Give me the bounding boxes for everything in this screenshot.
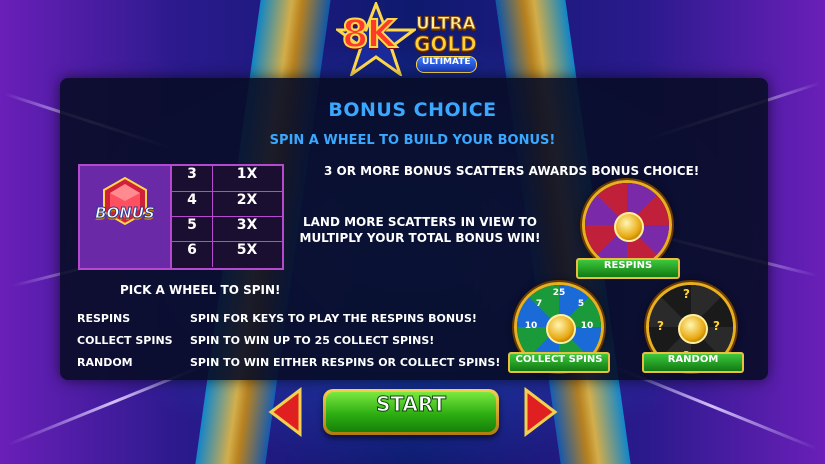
logo-gold: GOLD: [414, 32, 478, 57]
wheel-segment-value: 10: [580, 321, 594, 331]
scatter-count: 5: [172, 217, 213, 242]
scatter-count: 4: [172, 192, 213, 217]
respins-wheel-label[interactable]: RESPINS: [576, 258, 680, 279]
random-wheel-label[interactable]: RANDOM: [642, 352, 744, 373]
collect-spins-wheel-label[interactable]: COLLECT SPINS: [508, 352, 610, 373]
question-mark-icon: ?: [657, 319, 664, 333]
option-desc-random: SPIN TO WIN EITHER RESPINS OR COLLECT SP…: [190, 356, 501, 369]
wheel-hub-icon: [546, 314, 576, 344]
wheel-segment-value: 5: [577, 299, 585, 309]
question-mark-icon: ?: [713, 319, 720, 333]
logo-number: 8K: [341, 11, 397, 57]
scatter-count: 6: [172, 242, 213, 267]
option-desc-collect-spins: SPIN TO WIN UP TO 25 COLLECT SPINS!: [190, 334, 435, 347]
scatter-paytable: BONUS 3 1X 4 2X 5 3X 6 5X: [78, 164, 284, 270]
option-name-respins: RESPINS: [77, 312, 131, 325]
bonus-symbol-cell: BONUS: [80, 166, 172, 268]
scatter-count: 3: [172, 166, 213, 191]
pick-wheel-heading: PICK A WHEEL TO SPIN!: [120, 283, 281, 297]
wheel-segment-value: 25: [552, 288, 566, 298]
paytable-row: 6 5X: [172, 241, 282, 267]
wheel-hub-icon: [678, 314, 708, 344]
option-name-collect-spins: COLLECT SPINS: [77, 334, 173, 347]
bonus-multiplier: 1X: [236, 166, 258, 182]
wheel-segment-value: 10: [524, 321, 538, 331]
option-desc-respins: SPIN FOR KEYS TO PLAY THE RESPINS BONUS!: [190, 312, 477, 325]
question-mark-icon: ?: [683, 287, 690, 301]
multiply-text-line2: MULTIPLY YOUR TOTAL BONUS WIN!: [299, 231, 541, 245]
respins-wheel[interactable]: [582, 180, 672, 270]
paytable-row: 5 3X: [172, 216, 282, 242]
bonus-multiplier: 2X: [236, 192, 258, 208]
logo-ultra: ULTRA: [416, 14, 477, 35]
left-arrow-icon[interactable]: [268, 387, 302, 437]
bonus-multiplier: 5X: [236, 242, 258, 258]
multiply-text-line1: LAND MORE SCATTERS IN VIEW TO: [302, 215, 538, 229]
start-button-label: START: [326, 392, 496, 432]
paytable-row: 3 1X: [172, 166, 282, 191]
wheel-hub-icon: [614, 212, 644, 242]
page-title: BONUS CHOICE: [328, 99, 497, 121]
wheel-segment-value: 7: [535, 299, 543, 309]
paytable-row: 4 2X: [172, 191, 282, 217]
logo-ultimate: ULTIMATE: [416, 56, 477, 73]
game-logo: 8K ULTRA GOLD ULTIMATE: [336, 2, 496, 78]
page-subtitle: SPIN A WHEEL TO BUILD YOUR BONUS!: [269, 133, 556, 148]
right-arrow-icon[interactable]: [524, 387, 558, 437]
bonus-multiplier: 3X: [236, 217, 258, 233]
option-name-random: RANDOM: [77, 356, 133, 369]
bonus-symbol-label: BONUS: [95, 204, 156, 223]
scatter-award-text: 3 OR MORE BONUS SCATTERS AWARDS BONUS CH…: [324, 164, 700, 178]
start-button[interactable]: START: [323, 389, 499, 435]
